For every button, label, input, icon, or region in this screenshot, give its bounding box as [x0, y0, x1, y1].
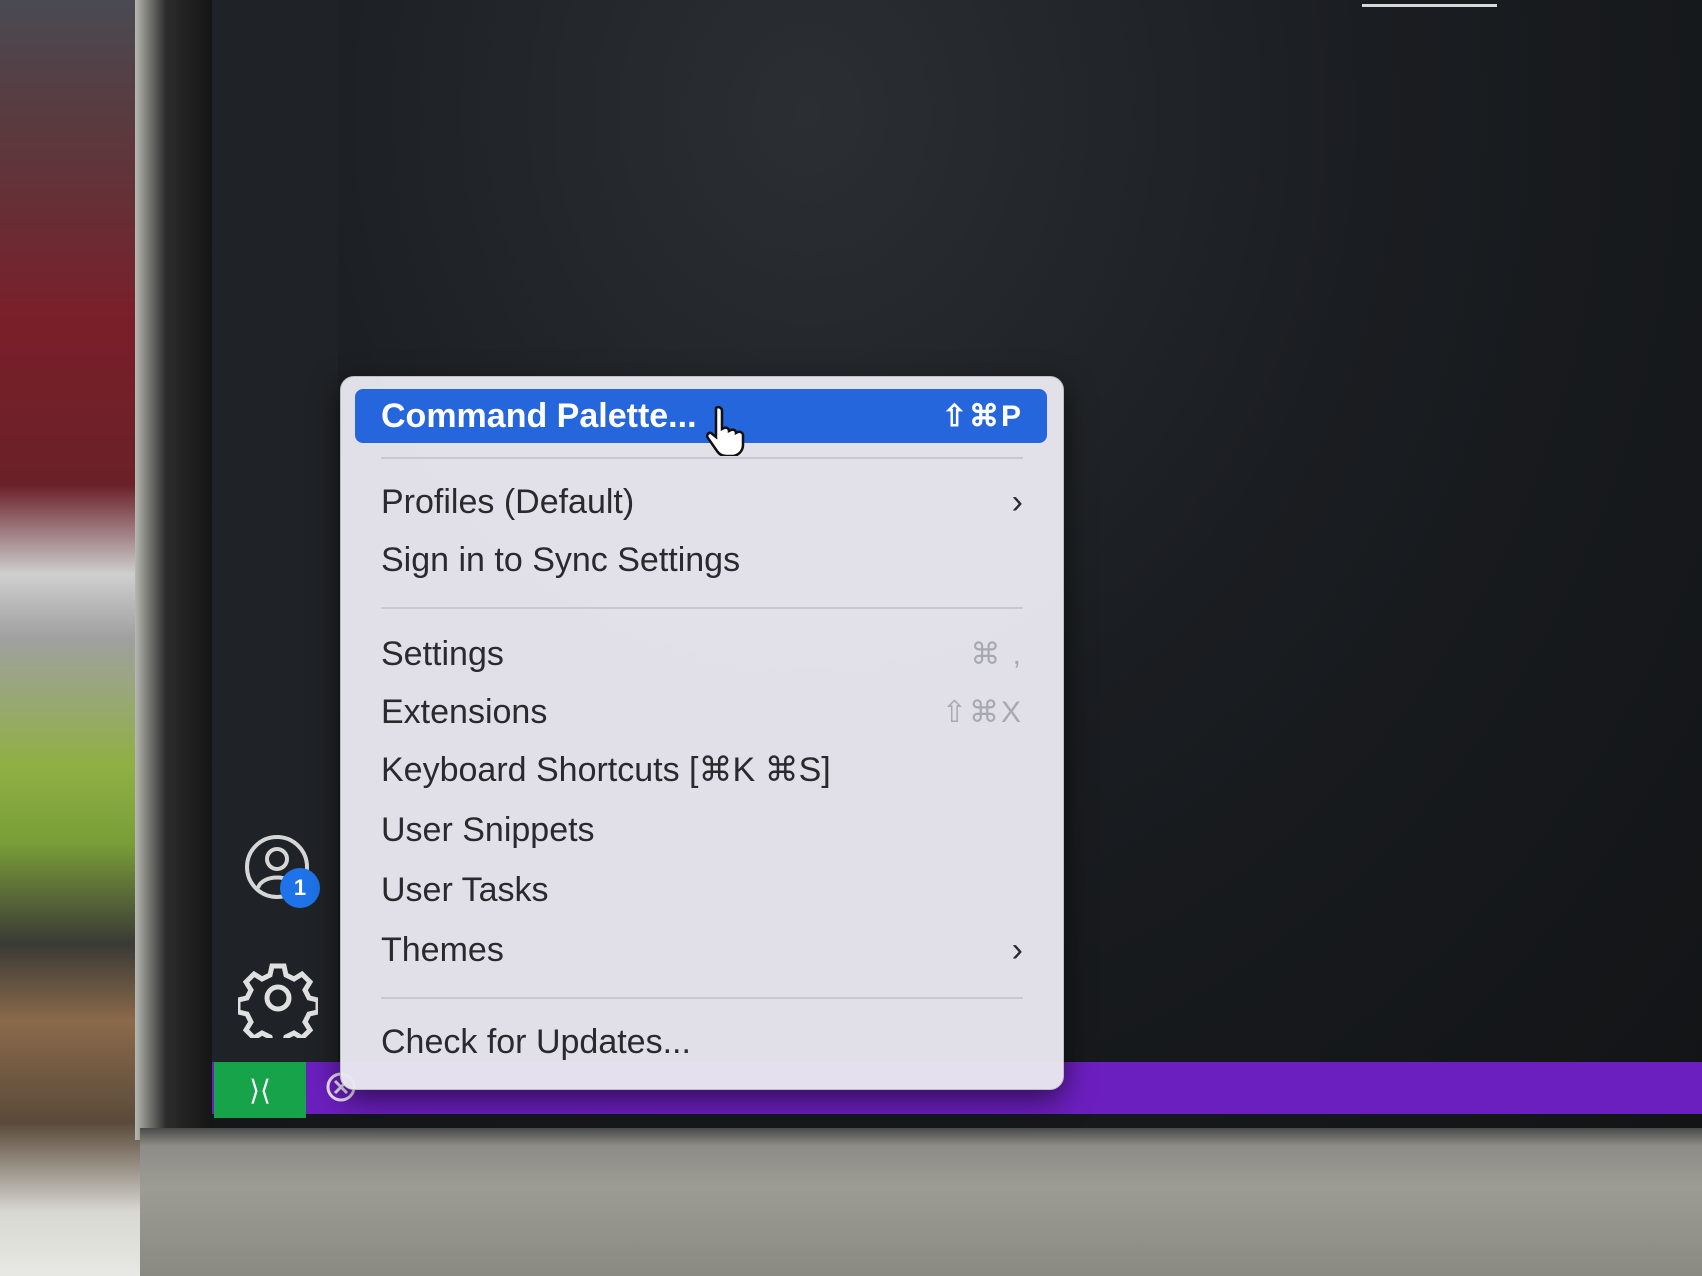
menu-item-label: Sign in to Sync Settings: [381, 540, 741, 579]
menu-separator: [381, 997, 1023, 999]
menu-item-label: Command Palette...: [381, 396, 697, 435]
tab-indicator: [1362, 4, 1497, 7]
menu-item-themes[interactable]: Themes ›: [355, 923, 1047, 977]
monitor-bezel-bottom: [140, 1128, 1702, 1276]
menu-item-shortcut: ⌘ ,: [970, 637, 1023, 671]
menu-item-extensions[interactable]: Extensions ⇧⌘X: [355, 685, 1047, 739]
hand-pointer-icon: [705, 405, 745, 456]
menu-item-label: Check for Updates...: [381, 1022, 691, 1061]
menu-item-label: Keyboard Shortcuts [⌘K ⌘S]: [381, 751, 831, 789]
manage-context-menu: Command Palette... ⇧⌘P Profiles (Default…: [340, 376, 1064, 1090]
menu-separator: [381, 457, 1023, 459]
menu-item-label: User Snippets: [381, 810, 595, 849]
menu-item-check-updates[interactable]: Check for Updates...: [355, 1015, 1047, 1069]
chevron-right-icon: ›: [1011, 930, 1023, 969]
menu-item-sign-in-sync[interactable]: Sign in to Sync Settings: [355, 533, 1047, 587]
remote-icon: ⟩⟨: [249, 1073, 271, 1107]
menu-item-user-snippets[interactable]: User Snippets: [355, 803, 1047, 857]
activity-bar: 1: [212, 0, 338, 1062]
remote-indicator-button[interactable]: ⟩⟨: [214, 1062, 306, 1118]
menu-item-label: Profiles (Default): [381, 482, 635, 521]
menu-item-label: Themes: [381, 930, 504, 969]
menu-item-shortcut: ⇧⌘X: [941, 695, 1023, 729]
menu-item-label: Settings: [381, 634, 504, 673]
menu-item-user-tasks[interactable]: User Tasks: [355, 863, 1047, 917]
chevron-right-icon: ›: [1011, 482, 1023, 521]
menu-item-label: Extensions: [381, 692, 548, 731]
menu-item-settings[interactable]: Settings ⌘ ,: [355, 627, 1047, 681]
menu-item-profiles[interactable]: Profiles (Default) ›: [355, 475, 1047, 529]
monitor-bezel-left: [135, 0, 213, 1140]
menu-separator: [381, 607, 1023, 609]
menu-item-command-palette[interactable]: Command Palette... ⇧⌘P: [355, 389, 1047, 443]
gear-icon[interactable]: [238, 958, 318, 1038]
menu-item-shortcut: ⇧⌘P: [941, 399, 1023, 433]
menu-item-label: User Tasks: [381, 870, 549, 909]
menu-item-keyboard-shortcuts[interactable]: Keyboard Shortcuts [⌘K ⌘S]: [355, 743, 1047, 797]
accounts-badge: 1: [280, 868, 320, 908]
